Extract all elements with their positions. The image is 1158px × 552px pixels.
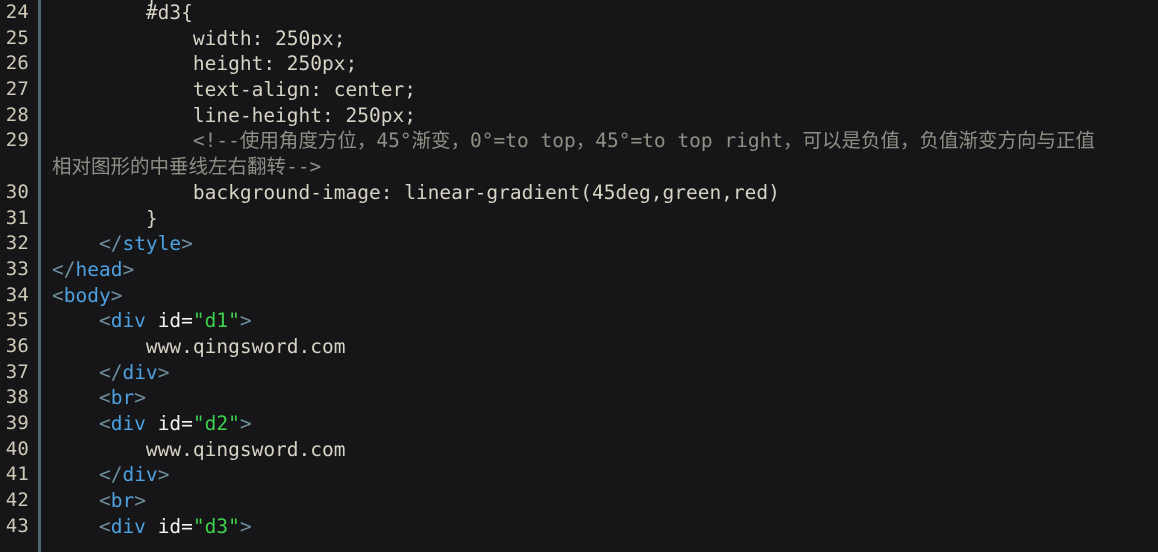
token-punct: </ (52, 463, 123, 487)
code-line[interactable]: background-image: linear-gradient(45deg,… (52, 180, 1158, 206)
token-punct: </ (52, 232, 123, 256)
token-punct: < (52, 412, 111, 435)
token-plain: background-image: linear-gradient(45deg,… (52, 180, 780, 204)
token-plain: width: 250px; (52, 26, 346, 50)
token-plain: text-align: center; (52, 78, 416, 102)
token-string: "d1" (192, 309, 240, 333)
token-tag: body (63, 283, 111, 307)
token-string: "d2" (192, 412, 240, 435)
token-punct: < (52, 489, 111, 513)
code-line[interactable]: <div id="d3"> (52, 514, 1158, 540)
token-punct: > (110, 283, 123, 307)
code-line[interactable]: <br> (52, 488, 1158, 514)
token-punct: > (157, 463, 170, 487)
code-line[interactable]: #d3{ (52, 0, 1158, 26)
token-attr: id (157, 309, 182, 333)
line-number: 29 (5, 129, 29, 152)
code-line-wrapped[interactable]: 相对图形的中垂线左右翻转--> (52, 154, 1158, 180)
token-punct: > (239, 514, 252, 538)
token-punct: < (52, 309, 111, 333)
code-line[interactable]: } (52, 206, 1158, 232)
token-punct: > (122, 257, 135, 281)
line-number: 41 (5, 463, 29, 486)
code-content-area[interactable]: #d3{ width: 250px; height: 250px; text-a… (41, 0, 1158, 539)
line-number: 32 (5, 232, 29, 255)
token-punct: > (181, 232, 193, 256)
line-number: 31 (5, 206, 29, 229)
token-plain: height: 250px; (52, 52, 358, 76)
code-line[interactable]: line-height: 250px; (52, 103, 1158, 129)
line-number: 28 (5, 103, 29, 126)
code-line[interactable]: <!--使用角度方位，45°渐变，0°=to top，45°=to top ri… (52, 128, 1158, 154)
line-number: 35 (5, 309, 29, 332)
token-tag: div (122, 463, 158, 487)
token-punct: > (134, 489, 146, 513)
token-punct: > (239, 412, 252, 435)
code-line[interactable]: </head> (52, 257, 1158, 283)
token-tag: div (122, 360, 158, 384)
token-plain: } (52, 206, 158, 230)
token-punct: < (52, 514, 111, 538)
token-eq: = (181, 309, 193, 333)
token-punct: > (134, 386, 146, 410)
token-tag: head (75, 257, 123, 281)
code-line[interactable]: width: 250px; (52, 26, 1158, 52)
code-line[interactable]: <br> (52, 385, 1158, 411)
token-punct: </ (52, 257, 76, 281)
clipped-top-code-line: } (52, 0, 158, 10)
token-text: www.qingsword.com (52, 437, 346, 461)
line-number: 30 (5, 180, 29, 203)
token-attr: id (157, 514, 182, 538)
line-number: 36 (5, 334, 29, 357)
token-punct: > (239, 309, 252, 333)
token-eq: = (181, 412, 193, 435)
token-punct: < (52, 283, 64, 307)
line-number: 39 (5, 412, 29, 434)
line-number: 25 (5, 26, 29, 49)
line-number: 24 (5, 1, 29, 23)
token-plain: line-height: 250px; (52, 103, 416, 127)
line-number: 33 (5, 257, 29, 280)
code-editor[interactable]: } 24 25 26 2728 29 30 31 3233 34 3536 37 38 39 40 41 42… (0, 0, 1158, 552)
line-number: 38 (5, 386, 29, 409)
token-tag: style (122, 232, 182, 256)
code-line[interactable]: www.qingsword.com (52, 334, 1158, 360)
token-punct: < (52, 386, 111, 410)
line-number: 40 (5, 437, 29, 460)
code-line[interactable]: <div id="d2"> (52, 411, 1158, 437)
code-line[interactable]: </div> (52, 462, 1158, 488)
token-attr: id (157, 412, 182, 435)
token-punct: > (157, 360, 170, 384)
line-number: 27 (5, 78, 29, 101)
line-number-wrap-spacer (0, 154, 38, 180)
token-tag: br (110, 386, 135, 410)
token-eq: = (181, 514, 193, 538)
token-string: "d3" (192, 514, 240, 538)
code-line[interactable]: www.qingsword.com (52, 437, 1158, 463)
code-line[interactable]: </div> (52, 360, 1158, 386)
code-line[interactable]: <div id="d1"> (52, 308, 1158, 334)
line-number: 37 (5, 360, 29, 383)
token-tag: div (110, 514, 146, 538)
token-tag: br (110, 489, 135, 513)
token-text: www.qingsword.com (52, 334, 346, 358)
token-comment: <!--使用角度方位，45°渐变，0°=to top，45°=to top ri… (52, 129, 1096, 153)
token-punct: </ (52, 360, 123, 384)
line-number-gutter: 24 25 26 27 28 29 30 31 32 33 34 35 36 37 38 39 40 41 42 43 (0, 0, 38, 540)
line-number: 43 (5, 514, 29, 537)
token-tag: div (110, 309, 146, 333)
token-comment: 相对图形的中垂线左右翻转--> (52, 155, 322, 179)
code-line[interactable]: height: 250px; (52, 51, 1158, 77)
code-line[interactable]: text-align: center; (52, 77, 1158, 103)
token-tag: div (110, 412, 146, 435)
line-number: 26 (5, 52, 29, 75)
code-line[interactable]: </style> (52, 231, 1158, 257)
code-line[interactable]: <body> (52, 283, 1158, 309)
line-number: 42 (5, 489, 29, 512)
line-number: 34 (5, 283, 29, 306)
